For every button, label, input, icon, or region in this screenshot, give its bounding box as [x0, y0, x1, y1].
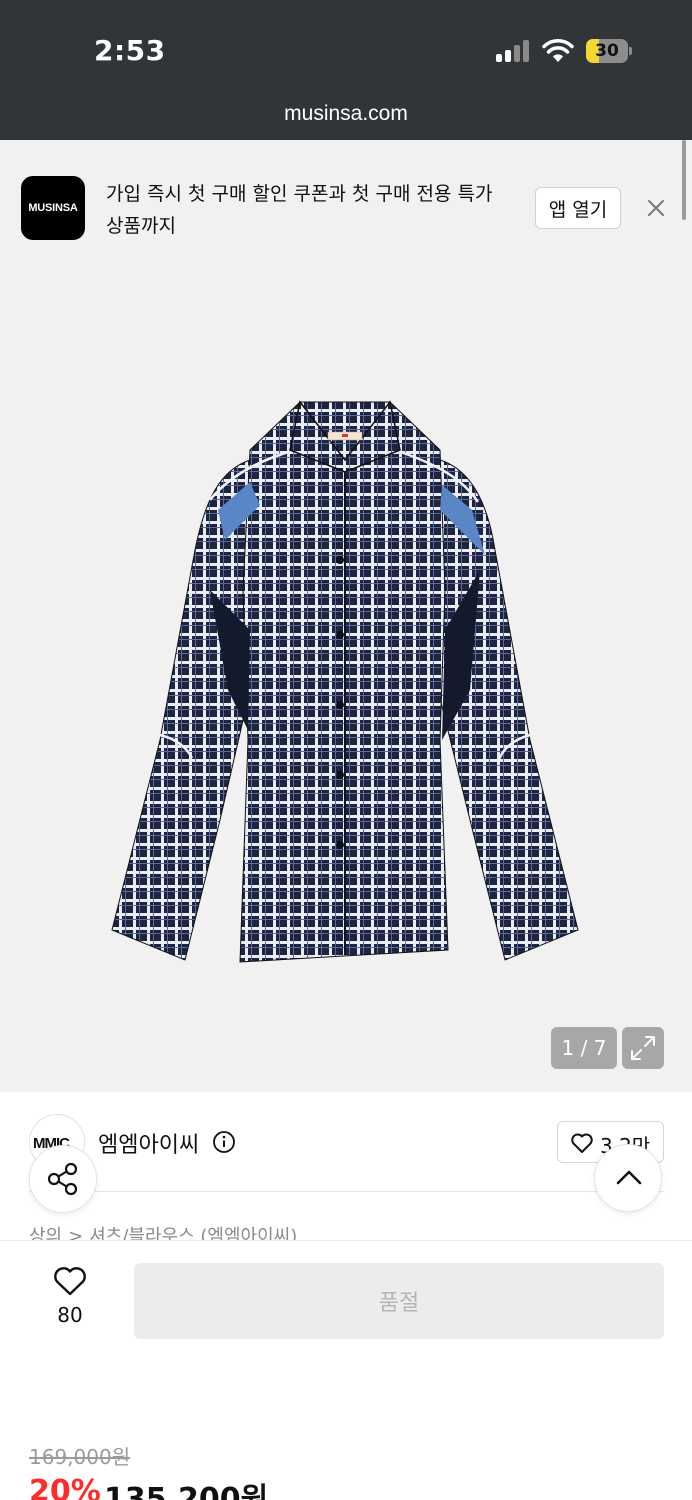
open-app-button[interactable]: 앱 열기	[535, 187, 621, 229]
original-price: 169,000원	[29, 1445, 131, 1469]
heart-icon	[571, 1133, 593, 1153]
sold-out-button[interactable]: 품절	[134, 1263, 664, 1339]
divider	[29, 1191, 664, 1192]
scroll-to-top-button[interactable]	[594, 1144, 662, 1212]
cellular-signal-icon	[496, 40, 532, 62]
wifi-icon	[542, 39, 574, 62]
status-time: 2:53	[94, 34, 166, 67]
share-button[interactable]	[29, 1145, 97, 1213]
info-icon[interactable]	[212, 1130, 236, 1154]
status-bar: 2:53 30 musinsa.com	[0, 0, 692, 140]
close-icon[interactable]	[642, 194, 670, 222]
wishlist-button[interactable]: 80	[40, 1265, 100, 1327]
product-image-shirt[interactable]	[100, 390, 590, 970]
image-counter: 1 / 7	[551, 1027, 617, 1069]
battery-icon: 30	[586, 39, 632, 63]
wishlist-count: 80	[57, 1303, 83, 1327]
address-bar-url[interactable]: musinsa.com	[0, 102, 692, 126]
musinsa-app-logo: MUSINSA	[21, 176, 85, 240]
share-icon	[47, 1162, 78, 1196]
expand-icon[interactable]	[622, 1027, 664, 1069]
sale-price: 135,200원	[104, 1482, 269, 1500]
brand-name[interactable]: 엠엠아이씨	[98, 1127, 199, 1159]
chevron-up-icon	[616, 1170, 642, 1185]
banner-message: 가입 즉시 첫 구매 할인 쿠폰과 첫 구매 전용 특가 상품까지	[106, 183, 493, 237]
heart-icon	[54, 1267, 86, 1296]
discount-rate: 20%	[29, 1474, 101, 1500]
app-install-banner: MUSINSA 가입 즉시 첫 구매 할인 쿠폰과 첫 구매 전용 특가 상품까…	[0, 152, 692, 248]
battery-level: 30	[595, 41, 619, 61]
